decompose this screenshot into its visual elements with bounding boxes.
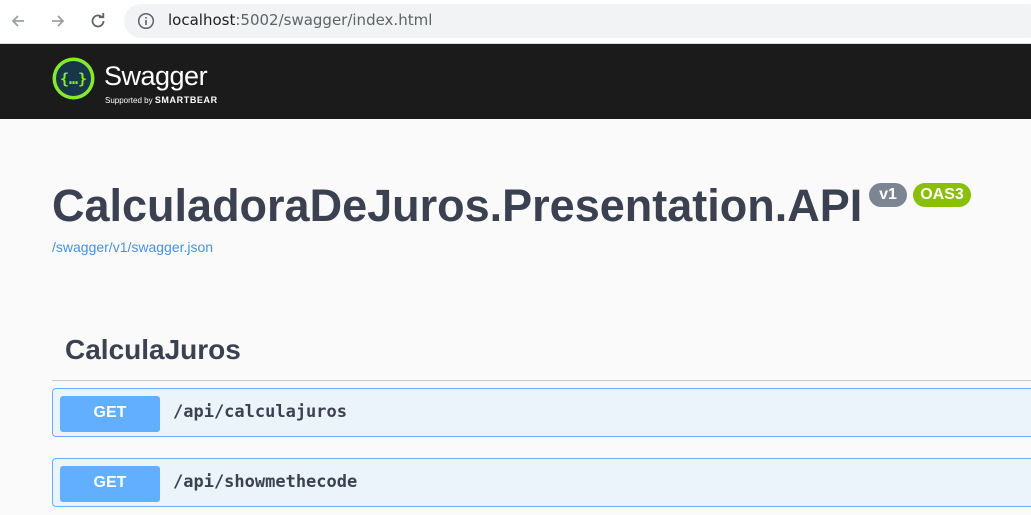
info-icon[interactable] — [137, 12, 155, 30]
oas-badge: OAS3 — [913, 183, 971, 207]
back-button[interactable] — [5, 8, 31, 34]
tag-divider — [52, 380, 1031, 381]
reload-button[interactable] — [85, 8, 111, 34]
forward-button[interactable] — [45, 8, 71, 34]
logo-text: Swagger — [104, 61, 208, 91]
method-badge: GET — [60, 396, 160, 432]
operation-path: /api/calculajuros — [173, 402, 347, 422]
operation-get-showmethecode[interactable]: GET /api/showmethecode — [52, 458, 1031, 507]
url-path: :5002/swagger/index.html — [235, 11, 433, 29]
svg-text:{…}: {…} — [60, 70, 87, 88]
forward-arrow-icon — [52, 15, 65, 27]
version-badge: v1 — [869, 183, 907, 207]
api-title: CalculadoraDeJuros.Presentation.API — [52, 180, 863, 231]
url-text[interactable]: localhost:5002/swagger/index.html — [168, 11, 432, 29]
supported-by-text: Supported by — [105, 96, 153, 105]
back-arrow-icon — [11, 15, 24, 27]
reload-icon — [91, 13, 105, 28]
browser-toolbar: localhost:5002/swagger/index.html — [0, 0, 1031, 44]
swagger-logo-icon[interactable]: {…} — [52, 57, 95, 100]
operation-path: /api/showmethecode — [173, 472, 358, 492]
logo-tagline: Supported by SMARTBEAR — [105, 95, 218, 105]
address-bar[interactable]: localhost:5002/swagger/index.html — [124, 4, 1031, 38]
tag-heading[interactable]: CalculaJuros — [65, 332, 241, 368]
smartbear-text: SMARTBEAR — [154, 95, 218, 105]
operation-get-calculajuros[interactable]: GET /api/calculajuros — [52, 388, 1031, 437]
url-host: localhost — [168, 11, 236, 29]
swagger-json-link[interactable]: /swagger/v1/swagger.json — [52, 239, 213, 255]
swagger-topbar: {…} Swagger Supported by SMARTBEAR — [0, 44, 1031, 119]
method-badge: GET — [60, 466, 160, 502]
